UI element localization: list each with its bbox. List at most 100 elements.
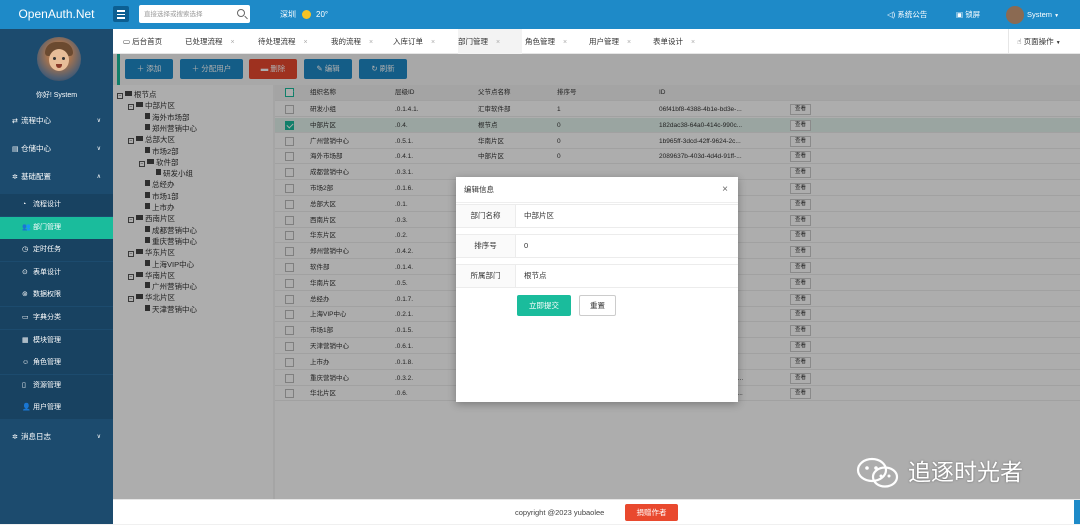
sidebar-item-icon: ◔ — [22, 201, 27, 208]
sidebar-item-11[interactable]: ▯ 资源管理 — [0, 374, 113, 397]
close-tab-icon[interactable]: × — [304, 39, 308, 46]
sidebar-item-9[interactable]: ▦ 模块管理 — [0, 329, 113, 352]
close-icon[interactable]: × — [722, 177, 728, 203]
sidebar-item-13[interactable]: ✲ 消息日志 ∨ — [0, 426, 113, 448]
sidebar-item-icon: ☺ — [22, 359, 30, 367]
chevron-down-icon: ∨ — [96, 146, 101, 152]
sort-number-input[interactable]: 0 — [524, 235, 528, 257]
user-menu[interactable]: System ▼ — [1006, 0, 1059, 29]
close-tab-icon[interactable]: × — [627, 39, 631, 46]
tab-0[interactable]: ▭ 后台首页 — [121, 29, 183, 54]
form-row-parent: 所属部门 根节点 — [456, 264, 738, 288]
app-logo[interactable]: OpenAuth.Net — [0, 0, 113, 29]
monitor-icon: ▭ — [123, 37, 133, 46]
search-icon[interactable] — [237, 9, 245, 17]
chevron-up-icon: ∧ — [96, 174, 101, 180]
form-row-name: 部门名称 中部片区 — [456, 204, 738, 228]
weather-city: 深圳 — [280, 10, 296, 19]
sidebar-item-12[interactable]: 👤 用户管理 — [0, 397, 113, 420]
notice-link[interactable]: ◁) 系统公告 — [887, 0, 927, 29]
sidebar-item-icon: ⇄ — [12, 118, 18, 125]
department-name-input[interactable]: 中部片区 — [524, 205, 554, 227]
sidebar: 你好! System ⇄ 流程中心 ∨ ▤ 仓储中心 ∨ ✲ 基础配置 ∧ ◔ 流程设计 👥 部门管理 ◷… — [0, 29, 113, 524]
submit-button[interactable]: 立即提交 — [517, 295, 571, 316]
tab-2[interactable]: 待处理流程 × — [258, 29, 328, 54]
chevron-down-icon: ∨ — [96, 434, 101, 440]
menu-search[interactable] — [139, 5, 250, 23]
sidebar-item-1[interactable]: ▤ 仓储中心 ∨ — [0, 138, 113, 160]
sidebar-item-2[interactable]: ✲ 基础配置 ∧ — [0, 166, 113, 188]
avatar — [37, 37, 81, 81]
tab-label: 我的流程 — [331, 37, 361, 46]
sun-icon — [302, 10, 311, 19]
sidebar-item-10[interactable]: ☺ 角色管理 — [0, 352, 113, 375]
sidebar-item-0[interactable]: ⇄ 流程中心 ∨ — [0, 110, 113, 132]
menu-search-input[interactable] — [139, 5, 234, 23]
sidebar-item-label: 流程设计 — [33, 201, 61, 208]
tab-bar: ▭ 后台首页 已处理流程 × 待处理流程 × 我的流程 × 入库订单 × 部门管理 × 角色管理 × 用户… — [113, 29, 1080, 54]
tab-6[interactable]: 角色管理 × — [525, 29, 587, 54]
donate-button[interactable]: 捐赠作者 — [625, 504, 678, 521]
sidebar-item-icon: 👤 — [22, 404, 31, 412]
sidebar-item-label: 表单设计 — [33, 268, 61, 276]
close-tab-icon[interactable]: × — [431, 39, 435, 46]
form-row-sort: 排序号 0 — [456, 234, 738, 258]
sidebar-item-label: 部门管理 — [33, 223, 61, 231]
sidebar-item-8[interactable]: ▭ 字典分类 — [0, 307, 113, 329]
close-tab-icon[interactable]: × — [496, 39, 500, 46]
footer: copyright @2023 yubaolee 捐赠作者 — [113, 499, 1080, 524]
tab-label: 部门管理 — [458, 37, 488, 46]
sidebar-item-7[interactable]: ⊚ 数据权限 — [0, 284, 113, 307]
sidebar-item-label: 字典分类 — [33, 314, 61, 321]
tab-label: 入库订单 — [393, 37, 423, 46]
sidebar-item-icon: ▦ — [22, 336, 29, 344]
sidebar-item-label: 角色管理 — [33, 359, 61, 367]
sidebar-item-icon: ✲ — [12, 434, 18, 441]
reset-button[interactable]: 重置 — [579, 295, 616, 316]
tab-label: 待处理流程 — [258, 37, 296, 46]
sidebar-item-label: 资源管理 — [33, 381, 61, 389]
copyright-text: copyright @2023 yubaolee — [515, 508, 605, 517]
tab-label: 表单设计 — [653, 37, 683, 46]
parent-department-select[interactable]: 根节点 — [524, 265, 547, 287]
chevron-down-icon: ▼ — [1054, 13, 1060, 19]
edit-dialog: 编辑信息 × 部门名称 中部片区 排序号 0 所属部门 根节点 立即提交 重置 — [456, 177, 738, 402]
side-scroll-tab[interactable] — [1074, 500, 1080, 524]
sidebar-item-label: 定时任务 — [33, 246, 61, 254]
close-tab-icon[interactable]: × — [369, 39, 373, 46]
sidebar-item-label: 消息日志 — [21, 432, 51, 441]
tab-label: 用户管理 — [589, 37, 619, 46]
sidebar-item-label: 仓储中心 — [21, 144, 51, 153]
watermark-text: 追逐时光者 — [908, 460, 1023, 486]
sidebar-item-4[interactable]: 👥 部门管理 — [0, 216, 113, 239]
tab-label: 角色管理 — [525, 37, 555, 46]
field-label-sort: 排序号 — [456, 235, 516, 257]
top-bar: OpenAuth.Net 深圳 20° ◁) 系统公告 ▣ 锁屏 System … — [0, 0, 1080, 29]
tab-4[interactable]: 入库订单 × — [393, 29, 455, 54]
page-operation-button[interactable]: ☝ 页面操作 ▼ — [1008, 29, 1080, 54]
sidebar-item-icon: ◷ — [22, 246, 29, 254]
close-tab-icon[interactable]: × — [563, 39, 567, 46]
tab-1[interactable]: 已处理流程 × — [185, 29, 255, 54]
user-avatar-small — [1006, 6, 1024, 25]
field-label-name: 部门名称 — [456, 205, 516, 227]
menu-toggle-button[interactable] — [113, 6, 129, 22]
weather-temp: 20° — [316, 10, 329, 19]
sidebar-item-label: 模块管理 — [33, 336, 61, 344]
tab-8[interactable]: 表单设计 × — [653, 29, 715, 54]
tab-3[interactable]: 我的流程 × — [331, 29, 391, 54]
sidebar-item-label: 数据权限 — [33, 291, 61, 299]
sidebar-item-icon: ▯ — [22, 381, 26, 389]
sidebar-item-3[interactable]: ◔ 流程设计 — [0, 194, 113, 216]
sidebar-item-5[interactable]: ◷ 定时任务 — [0, 239, 113, 262]
tab-5[interactable]: 部门管理 × — [458, 29, 522, 54]
hand-icon: ☝ — [1017, 37, 1022, 46]
sidebar-item-icon: ▭ — [22, 314, 29, 321]
chevron-down-icon: ▼ — [1055, 40, 1061, 46]
sidebar-item-6[interactable]: ⊙ 表单设计 — [0, 261, 113, 284]
lock-screen-link[interactable]: ▣ 锁屏 — [956, 0, 980, 29]
close-tab-icon[interactable]: × — [231, 39, 235, 46]
tab-7[interactable]: 用户管理 × — [589, 29, 651, 54]
sidebar-item-icon: ⊚ — [22, 291, 28, 299]
close-tab-icon[interactable]: × — [691, 39, 695, 46]
